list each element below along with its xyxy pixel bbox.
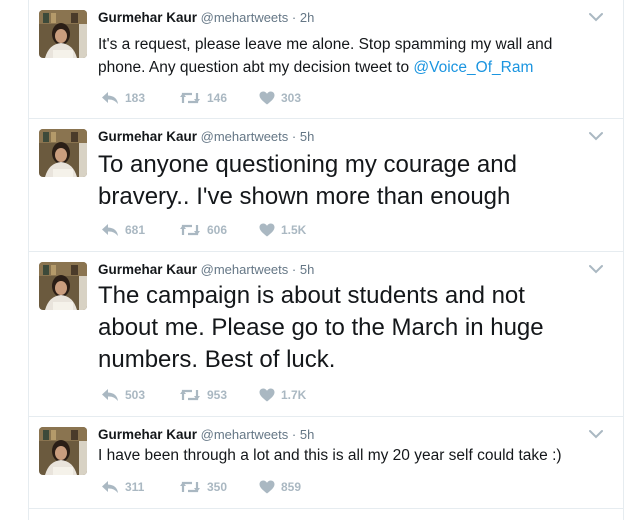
like-button[interactable]: 1.5K (259, 223, 306, 237)
tweet-timeline: Gurmehar Kaur @mehartweets · 2h It's a r… (28, 0, 624, 520)
tweet-text: It's a request, please leave me alone. S… (98, 33, 552, 79)
tweet[interactable]: Gurmehar Kaur @mehartweets · 5h To anyon… (29, 119, 623, 252)
separator: · (291, 427, 297, 442)
reply-icon (102, 92, 118, 104)
user-handle[interactable]: @mehartweets (201, 427, 289, 442)
retweet-button[interactable]: 350 (179, 480, 227, 494)
retweet-count: 606 (207, 223, 228, 237)
timestamp[interactable]: 5h (300, 262, 314, 277)
avatar[interactable] (39, 427, 87, 475)
like-count: 859 (281, 480, 302, 494)
like-count: 1.5K (281, 223, 307, 237)
like-icon (259, 223, 275, 237)
tweet-text-line: phone. Any question abt my decision twee… (98, 56, 552, 79)
reply-count: 311 (125, 480, 145, 494)
like-icon (259, 91, 275, 105)
reply-icon (102, 481, 118, 493)
tweet-header: Gurmehar Kaur @mehartweets · 5h (98, 262, 314, 277)
tweet[interactable]: Gurmehar Kaur @mehartweets · 2h It's a r… (29, 0, 623, 119)
timestamp[interactable]: 5h (300, 129, 314, 144)
chevron-down-icon[interactable] (589, 264, 603, 274)
user-name[interactable]: Gurmehar Kaur (98, 129, 197, 144)
reply-icon (102, 224, 118, 236)
tweet-text-line: bravery.. I've shown more than enough (98, 183, 511, 210)
reply-button[interactable]: 503 (101, 388, 145, 402)
tweet-text: I have been through a lot and this is al… (98, 444, 562, 467)
timestamp[interactable]: 2h (300, 10, 314, 25)
reply-count: 183 (125, 91, 146, 105)
avatar[interactable] (39, 129, 87, 177)
retweet-button[interactable]: 953 (179, 388, 227, 402)
tweet-text-line: about me. Please go to the March in huge (98, 314, 544, 341)
avatar[interactable] (39, 262, 87, 310)
retweet-icon (180, 481, 200, 493)
reply-button[interactable]: 183 (101, 91, 145, 105)
separator: · (291, 129, 297, 144)
tweet-text: To anyone questioning my courage and bra… (98, 149, 517, 213)
reply-button[interactable]: 311 (101, 480, 144, 494)
retweet-count: 953 (207, 388, 228, 402)
user-name[interactable]: Gurmehar Kaur (98, 10, 197, 25)
chevron-down-icon[interactable] (589, 429, 603, 439)
tweet-header: Gurmehar Kaur @mehartweets · 2h (98, 10, 314, 25)
avatar[interactable] (39, 10, 87, 58)
user-handle[interactable]: @mehartweets (201, 262, 289, 277)
chevron-down-icon[interactable] (589, 131, 603, 141)
like-button[interactable]: 859 (259, 480, 301, 494)
reply-icon (102, 389, 118, 401)
timestamp[interactable]: 5h (300, 427, 314, 442)
retweet-count: 350 (207, 480, 228, 494)
tweet-text-segment: phone. Any question abt my decision twee… (98, 59, 414, 76)
tweet-text-line: numbers. Best of luck. (98, 346, 336, 373)
tweet-text: The campaign is about students and not a… (98, 280, 544, 376)
retweet-icon (180, 92, 200, 104)
tweet-header: Gurmehar Kaur @mehartweets · 5h (98, 427, 314, 442)
chevron-down-icon[interactable] (589, 12, 603, 22)
tweet-text-line: To anyone questioning my courage and (98, 151, 517, 178)
like-icon (259, 480, 275, 494)
tweet-text-line: The campaign is about students and not (98, 282, 525, 309)
like-count: 1.7K (281, 388, 307, 402)
tweet[interactable]: Gurmehar Kaur @mehartweets · 5h I have b… (29, 417, 623, 509)
user-handle[interactable]: @mehartweets (201, 10, 289, 25)
separator: · (291, 262, 297, 277)
tweet-text-line: I have been through a lot and this is al… (98, 447, 562, 464)
tweet-header: Gurmehar Kaur @mehartweets · 5h (98, 129, 314, 144)
like-count: 303 (281, 91, 302, 105)
reply-button[interactable]: 681 (101, 223, 145, 237)
tweet-text-line: It's a request, please leave me alone. S… (98, 36, 553, 53)
retweet-button[interactable]: 146 (179, 91, 227, 105)
mention-link[interactable]: @Voice_Of_Ram (413, 59, 533, 76)
reply-count: 503 (125, 388, 146, 402)
like-button[interactable]: 303 (259, 91, 301, 105)
retweet-count: 146 (207, 91, 228, 105)
separator: · (291, 10, 297, 25)
user-handle[interactable]: @mehartweets (201, 129, 289, 144)
retweet-icon (180, 389, 200, 401)
like-button[interactable]: 1.7K (259, 388, 306, 402)
reply-count: 681 (125, 223, 146, 237)
retweet-icon (180, 224, 200, 236)
like-icon (259, 388, 275, 402)
user-name[interactable]: Gurmehar Kaur (98, 427, 197, 442)
tweet[interactable]: Gurmehar Kaur @mehartweets · 5h The camp… (29, 252, 623, 417)
user-name[interactable]: Gurmehar Kaur (98, 262, 197, 277)
retweet-button[interactable]: 606 (179, 223, 227, 237)
